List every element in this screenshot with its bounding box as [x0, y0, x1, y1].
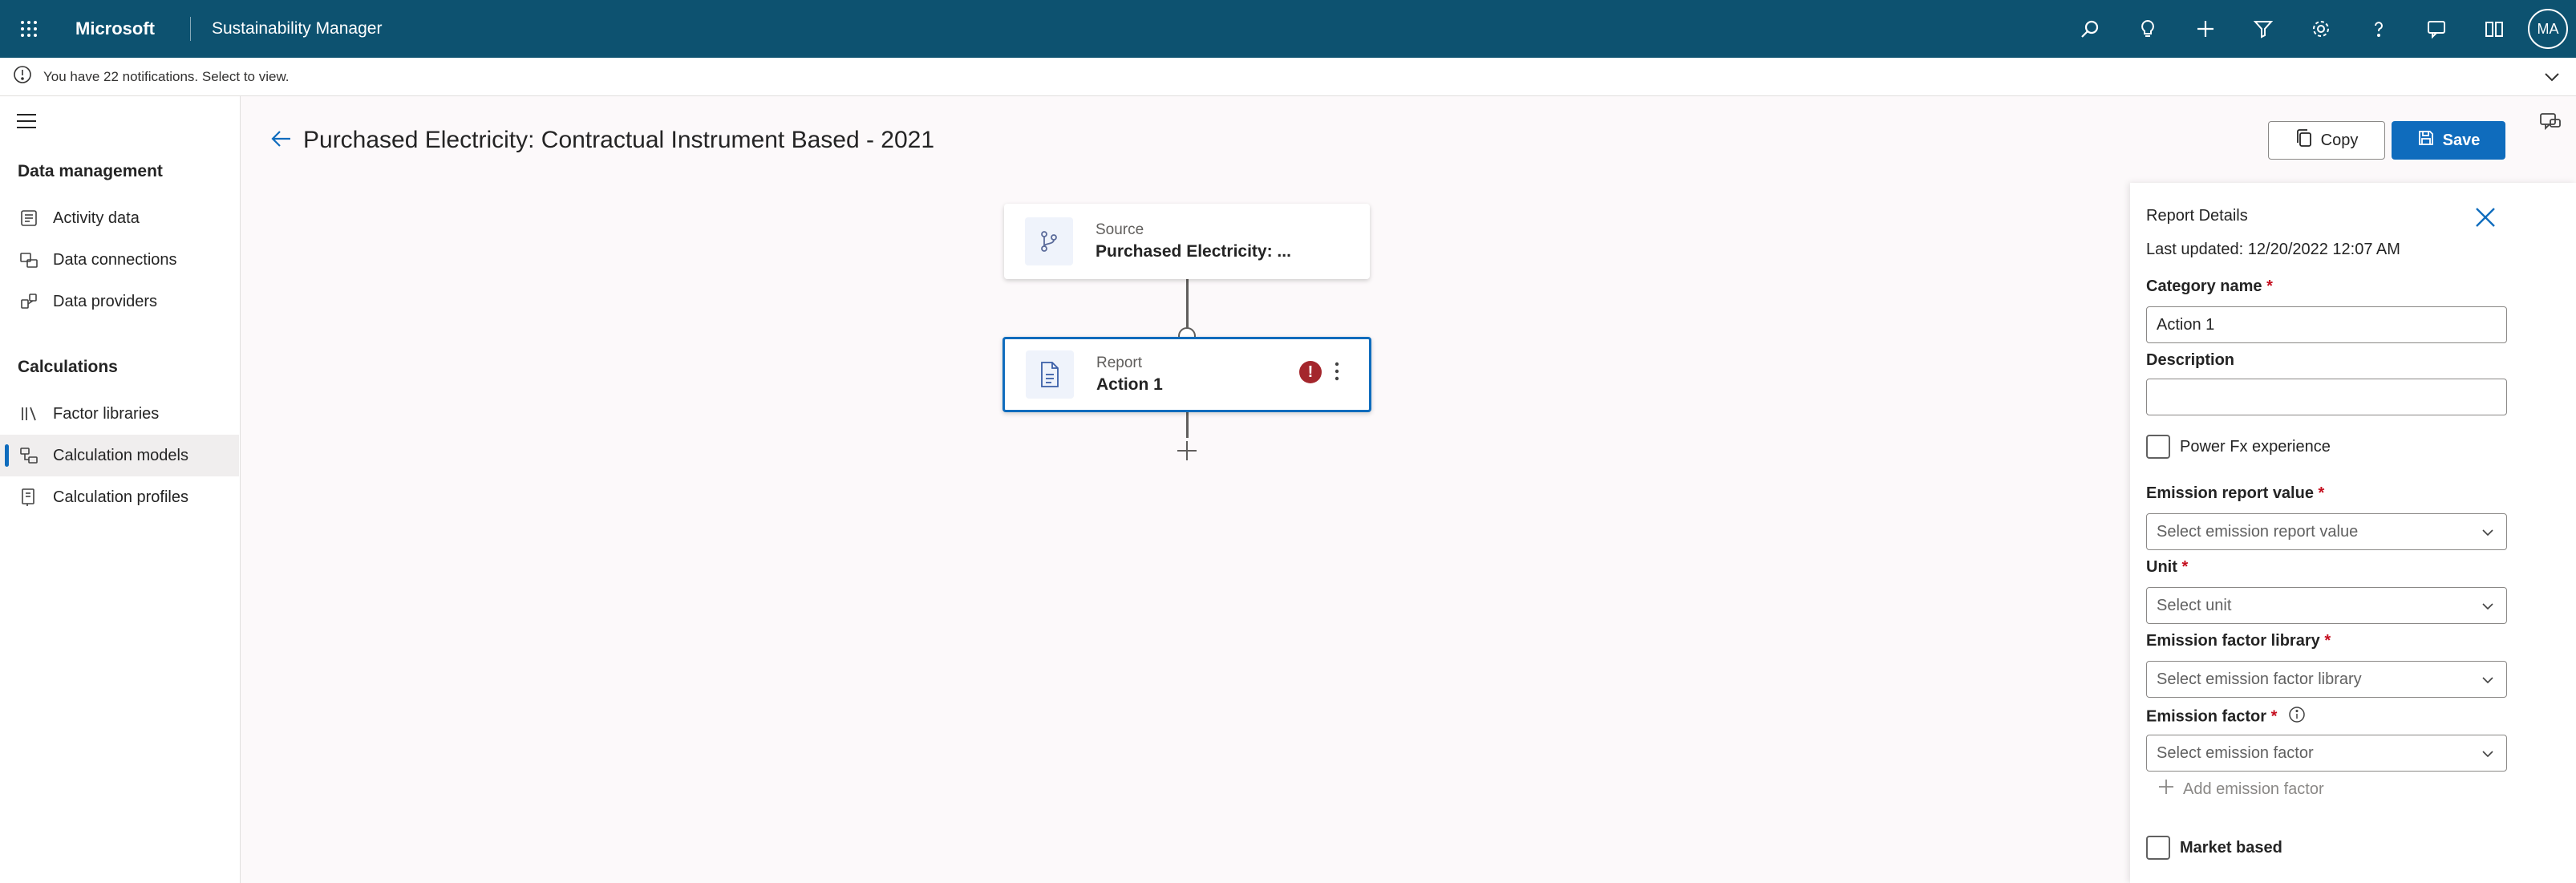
- copy-button-label: Copy: [2320, 131, 2359, 149]
- node-name-label: Action 1: [1096, 375, 1163, 394]
- help-icon[interactable]: [2350, 0, 2408, 58]
- sidebar-item-label: Data connections: [53, 250, 177, 269]
- lightbulb-icon[interactable]: [2119, 0, 2177, 58]
- save-button[interactable]: Save: [2392, 121, 2505, 160]
- nav-group-calculations: Calculations: [18, 358, 118, 376]
- hamburger-icon[interactable]: [16, 112, 37, 134]
- sidebar-item-data-connections[interactable]: Data connections: [0, 239, 239, 281]
- activity-data-icon: [18, 209, 40, 228]
- sidebar-item-calculation-models[interactable]: Calculation models: [0, 435, 239, 476]
- notification-bar[interactable]: You have 22 notifications. Select to vie…: [0, 58, 2576, 96]
- sidebar-item-calculation-profiles[interactable]: Calculation profiles: [0, 476, 239, 518]
- unit-select[interactable]: Select unit: [2146, 587, 2507, 624]
- description-label: Description: [2146, 351, 2235, 369]
- emission-report-value-label: Emission report value *: [2146, 484, 2325, 502]
- plus-icon[interactable]: [2177, 0, 2234, 58]
- chat-icon[interactable]: [2408, 0, 2465, 58]
- last-updated-text: Last updated: 12/20/2022 12:07 AM: [2146, 241, 2400, 258]
- back-arrow-icon[interactable]: [269, 127, 294, 155]
- category-name-field[interactable]: Action 1: [2146, 306, 2507, 343]
- info-icon[interactable]: [2288, 706, 2306, 728]
- calculation-profiles-icon: [18, 488, 40, 507]
- comments-icon[interactable]: [2539, 112, 2562, 137]
- node-name-label: Purchased Electricity: ...: [1096, 242, 1291, 261]
- emission-factor-library-select[interactable]: Select emission factor library: [2146, 661, 2507, 698]
- sidebar-item-label: Activity data: [53, 209, 140, 227]
- brand-divider: [190, 17, 191, 41]
- category-name-label: Category name *: [2146, 277, 2273, 295]
- add-step-icon[interactable]: [1174, 438, 1200, 468]
- connector-line: [1186, 279, 1189, 329]
- emission-factor-label: Emission factor *: [2146, 706, 2306, 728]
- brand-name[interactable]: Microsoft: [75, 18, 155, 39]
- power-fx-label: Power Fx experience: [2180, 437, 2331, 456]
- save-button-label: Save: [2442, 131, 2481, 149]
- book-icon[interactable]: [2465, 0, 2523, 58]
- market-based-label: Market based: [2180, 838, 2282, 857]
- connector-line: [1186, 412, 1189, 438]
- search-icon[interactable]: [2061, 0, 2119, 58]
- emission-factor-select[interactable]: Select emission factor: [2146, 735, 2507, 772]
- power-fx-row[interactable]: Power Fx experience: [2146, 435, 2331, 459]
- copy-button[interactable]: Copy: [2268, 121, 2385, 160]
- gear-icon[interactable]: [2292, 0, 2350, 58]
- node-kind-label: Source: [1096, 221, 1144, 238]
- sidebar-item-activity-data[interactable]: Activity data: [0, 197, 239, 239]
- avatar[interactable]: MA: [2528, 9, 2568, 49]
- data-providers-icon: [18, 292, 40, 311]
- description-field[interactable]: [2146, 379, 2507, 415]
- unit-label: Unit *: [2146, 558, 2189, 576]
- report-details-panel: Report Details Last updated: 12/20/2022 …: [2130, 183, 2576, 883]
- close-icon[interactable]: [2473, 205, 2497, 233]
- market-based-checkbox[interactable]: [2146, 836, 2170, 860]
- chevron-down-icon: [2481, 747, 2495, 766]
- chevron-down-icon: [2481, 673, 2495, 692]
- calculation-models-icon: [18, 446, 40, 465]
- sidebar-item-data-providers[interactable]: Data providers: [0, 281, 239, 322]
- top-bar: Microsoft Sustainability Manager MA: [0, 0, 2576, 58]
- plus-icon: [2157, 778, 2175, 800]
- sidebar-item-label: Factor libraries: [53, 404, 160, 423]
- sidebar-item-factor-libraries[interactable]: Factor libraries: [0, 393, 239, 435]
- chevron-down-icon: [2481, 525, 2495, 545]
- emission-factor-library-label: Emission factor library *: [2146, 632, 2331, 650]
- node-kind-label: Report: [1096, 354, 1143, 371]
- factor-libraries-icon: [18, 404, 40, 423]
- sidebar: Data management Activity data Data conne…: [0, 96, 241, 883]
- info-icon: [13, 65, 32, 88]
- source-node[interactable]: Source Purchased Electricity: ...: [1004, 204, 1370, 279]
- notification-text[interactable]: You have 22 notifications. Select to vie…: [43, 69, 290, 85]
- page-title: Purchased Electricity: Contractual Instr…: [303, 127, 935, 153]
- app-name[interactable]: Sustainability Manager: [212, 19, 382, 38]
- sidebar-item-label: Calculation profiles: [53, 488, 188, 506]
- source-branch-icon: [1025, 217, 1073, 265]
- top-bar-actions: MA: [2061, 0, 2576, 58]
- document-icon: [1026, 350, 1074, 399]
- panel-title: Report Details: [2146, 207, 2248, 225]
- sidebar-item-label: Calculation models: [53, 446, 188, 464]
- save-icon: [2417, 129, 2435, 152]
- app-launcher-icon[interactable]: [0, 0, 58, 58]
- more-options-icon[interactable]: [1333, 359, 1341, 387]
- nav-group-data-management: Data management: [18, 162, 163, 180]
- filter-icon[interactable]: [2234, 0, 2292, 58]
- emission-report-value-select[interactable]: Select emission report value: [2146, 513, 2507, 550]
- error-icon: !: [1299, 361, 1322, 383]
- data-connections-icon: [18, 250, 40, 269]
- market-based-row[interactable]: Market based: [2146, 836, 2282, 860]
- power-fx-checkbox[interactable]: [2146, 435, 2170, 459]
- copy-icon: [2295, 128, 2313, 152]
- chevron-down-icon: [2481, 599, 2495, 618]
- chevron-down-icon[interactable]: [2542, 67, 2562, 91]
- sidebar-item-label: Data providers: [53, 292, 158, 310]
- add-emission-factor-button[interactable]: Add emission factor: [2157, 778, 2324, 800]
